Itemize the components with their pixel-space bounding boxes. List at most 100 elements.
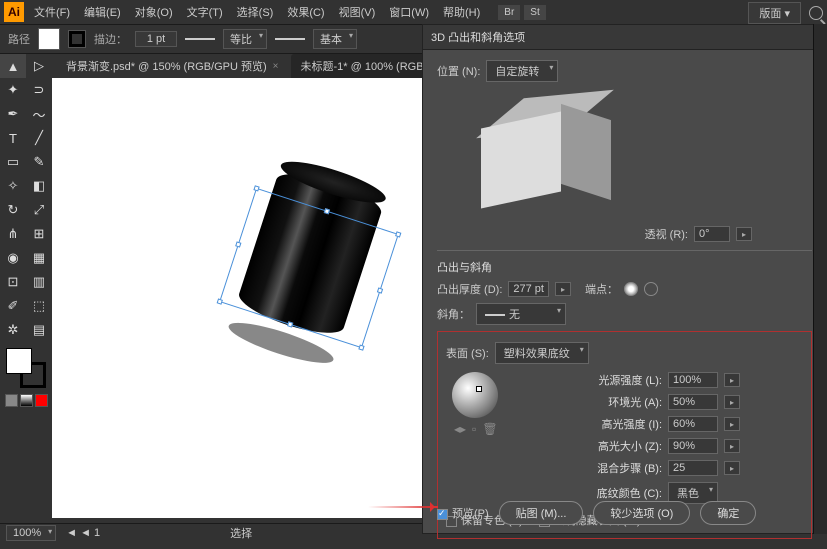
shaper-tool[interactable]: ✧	[0, 174, 26, 198]
light-intensity-field[interactable]: 100%	[668, 372, 718, 388]
artboard-nav[interactable]: ◄ ◄ 1	[66, 527, 100, 539]
position-dropdown[interactable]: 自定旋转	[486, 60, 558, 82]
bevel-dropdown[interactable]: 无	[476, 303, 566, 325]
eyedropper-tool[interactable]: ✐	[0, 294, 26, 318]
close-icon[interactable]: ×	[273, 61, 279, 72]
curvature-tool[interactable]: 〜	[26, 102, 52, 126]
menu-window[interactable]: 窗口(W)	[383, 1, 435, 23]
bridge-badge[interactable]: Br	[498, 5, 520, 20]
highlight-size-field[interactable]: 90%	[668, 438, 718, 454]
menu-text[interactable]: 文字(T)	[181, 1, 229, 23]
width-tool[interactable]: ⋔	[0, 222, 26, 246]
type-tool[interactable]: T	[0, 126, 26, 150]
fill-swatch[interactable]	[38, 28, 60, 50]
menu-edit[interactable]: 编辑(E)	[78, 1, 127, 23]
eraser-tool[interactable]: ◧	[26, 174, 52, 198]
zoom-field[interactable]: 100%	[6, 525, 56, 541]
cap-off-icon[interactable]	[644, 282, 658, 296]
stroke-profile-icon[interactable]	[185, 38, 215, 40]
none-mode-icon[interactable]	[35, 394, 48, 407]
scale-tool[interactable]: ⤢	[26, 198, 52, 222]
stock-badge[interactable]: St	[524, 5, 545, 20]
mesh-tool[interactable]: ⊡	[0, 270, 26, 294]
selection-tool[interactable]: ▲	[0, 54, 26, 78]
perspective-stepper[interactable]: ▸	[736, 227, 752, 241]
color-mode-icon[interactable]	[5, 394, 18, 407]
extrude-bevel-dialog: 3D 凸出和斜角选项 位置 (N): 自定旋转 透视 (R): 0° ▸ 凸出与…	[422, 24, 827, 534]
menu-view[interactable]: 视图(V)	[333, 1, 382, 23]
line-tool[interactable]: ╱	[26, 126, 52, 150]
blend-steps-label: 混合步骤 (B):	[572, 460, 662, 476]
extrude-section-title: 凸出与斜角	[437, 259, 812, 275]
dialog-title: 3D 凸出和斜角选项	[423, 25, 826, 50]
search-icon[interactable]	[809, 6, 823, 20]
brush-dropdown[interactable]: 基本	[313, 29, 357, 49]
rectangle-tool[interactable]: ▭	[0, 150, 26, 174]
ambient-stepper[interactable]: ▸	[724, 395, 740, 409]
ok-button[interactable]: 确定	[700, 501, 756, 525]
fewer-options-button[interactable]: 较少选项 (O)	[593, 501, 690, 525]
highlight-intensity-label: 高光强度 (I):	[572, 416, 662, 432]
cap-on-icon[interactable]	[624, 282, 638, 296]
toolbox: ▲▷ ✦⊃ ✒〜 T╱ ▭✎ ✧◧ ↻⤢ ⋔⊞ ◉▦ ⊡▥ ✐⬚ ✲▤	[0, 54, 52, 534]
lasso-tool[interactable]: ⊃	[26, 78, 52, 102]
rotation-cube-preview[interactable]	[461, 90, 591, 220]
ambient-field[interactable]: 50%	[668, 394, 718, 410]
surface-label: 表面 (S):	[446, 345, 489, 361]
rotate-tool[interactable]: ↻	[0, 198, 26, 222]
menu-select[interactable]: 选择(S)	[231, 1, 280, 23]
ambient-label: 环境光 (A):	[572, 394, 662, 410]
light-sphere-preview[interactable]	[452, 372, 498, 418]
highlight-intensity-stepper[interactable]: ▸	[724, 417, 740, 431]
artboard[interactable]	[52, 78, 422, 518]
map-art-button[interactable]: 贴图 (M)...	[499, 501, 584, 525]
fill-box[interactable]	[6, 348, 32, 374]
perspective-label: 透视 (R):	[645, 226, 688, 242]
workspace-switcher[interactable]: 版面 ▾	[748, 2, 801, 24]
new-light-icon[interactable]: ▫	[472, 422, 476, 436]
tab-doc1[interactable]: 背景渐变.psd* @ 150% (RGB/GPU 预览)×	[56, 54, 289, 78]
stroke-swatch[interactable]	[68, 30, 86, 48]
highlight-size-stepper[interactable]: ▸	[724, 439, 740, 453]
graph-tool[interactable]: ▤	[26, 318, 52, 342]
menu-file[interactable]: 文件(F)	[28, 1, 76, 23]
cap-label: 端点：	[585, 281, 618, 297]
pen-tool[interactable]: ✒	[0, 102, 26, 126]
symbol-sprayer-tool[interactable]: ✲	[0, 318, 26, 342]
blend-steps-stepper[interactable]: ▸	[724, 461, 740, 475]
fill-stroke-indicator[interactable]	[6, 348, 46, 388]
direct-selection-tool[interactable]: ▷	[26, 54, 52, 78]
menu-effect[interactable]: 效果(C)	[281, 1, 330, 23]
highlight-size-label: 高光大小 (Z):	[572, 438, 662, 454]
perspective-field[interactable]: 0°	[694, 226, 730, 242]
color-mode-row	[0, 394, 52, 407]
stroke-weight-field[interactable]: 1 pt	[135, 31, 177, 47]
blend-tool[interactable]: ⬚	[26, 294, 52, 318]
brush-stroke-icon[interactable]	[275, 38, 305, 40]
annotation-arrow	[368, 506, 438, 508]
blend-steps-field[interactable]: 25	[668, 460, 718, 476]
paintbrush-tool[interactable]: ✎	[26, 150, 52, 174]
shape-builder-tool[interactable]: ◉	[0, 246, 26, 270]
gradient-mode-icon[interactable]	[20, 394, 33, 407]
magic-wand-tool[interactable]: ✦	[0, 78, 26, 102]
stroke-profile-dropdown[interactable]: 等比	[223, 29, 267, 49]
highlight-intensity-field[interactable]: 60%	[668, 416, 718, 432]
light-intensity-label: 光源强度 (L):	[572, 372, 662, 388]
path-label: 路径	[8, 31, 30, 47]
right-panel-collapsed[interactable]	[813, 24, 827, 534]
menu-help[interactable]: 帮助(H)	[437, 1, 486, 23]
extrude-depth-field[interactable]: 277 pt	[508, 281, 549, 297]
depth-stepper[interactable]: ▸	[555, 282, 571, 296]
position-label: 位置 (N):	[437, 63, 480, 79]
surface-dropdown[interactable]: 塑料效果底纹	[495, 342, 589, 364]
free-transform-tool[interactable]: ⊞	[26, 222, 52, 246]
preview-checkbox[interactable]: 预览(P)	[437, 505, 489, 521]
perspective-tool[interactable]: ▦	[26, 246, 52, 270]
delete-light-icon[interactable]: 🗑	[482, 422, 497, 436]
light-intensity-stepper[interactable]: ▸	[724, 373, 740, 387]
gradient-tool[interactable]: ▥	[26, 270, 52, 294]
light-point-icon[interactable]	[476, 386, 482, 392]
back-light-icon[interactable]: ◂▸	[454, 422, 466, 436]
menu-object[interactable]: 对象(O)	[129, 1, 179, 23]
